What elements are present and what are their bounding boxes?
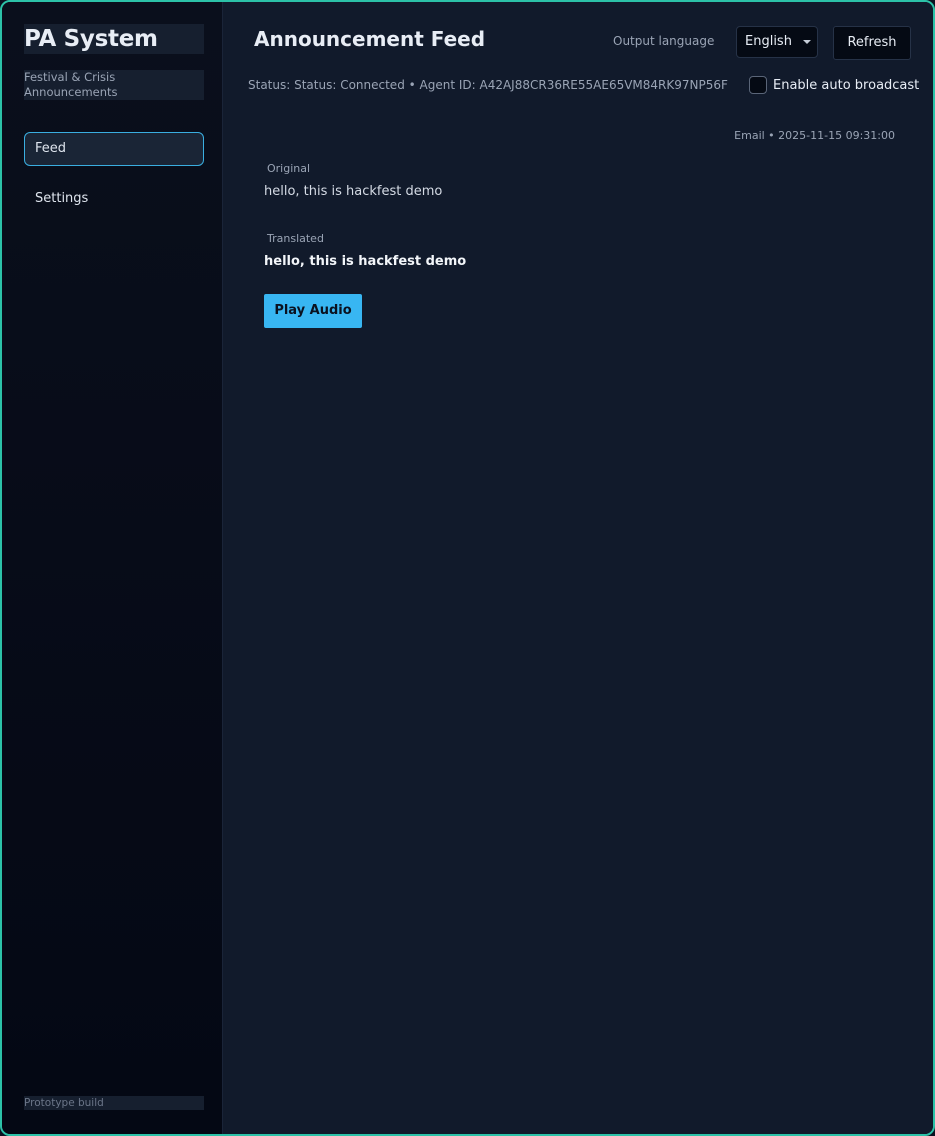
- status-text: Status: Status: Connected • Agent ID: A4…: [248, 78, 732, 92]
- brand-subtitle: Festival & Crisis Announcements: [24, 70, 204, 100]
- sidebar-item-settings[interactable]: Settings: [24, 182, 204, 216]
- sidebar: PA System Festival & Crisis Announcement…: [2, 2, 223, 1134]
- page-title: Announcement Feed: [254, 27, 486, 51]
- translated-label: Translated: [267, 232, 324, 245]
- sidebar-item-feed[interactable]: Feed: [24, 132, 204, 166]
- output-language-value: English: [745, 34, 792, 49]
- play-audio-button[interactable]: Play Audio: [264, 294, 362, 328]
- original-text: hello, this is hackfest demo: [264, 184, 443, 199]
- sidebar-nav: Feed Settings: [24, 132, 204, 216]
- main-content: Announcement Feed Output language Englis…: [223, 2, 933, 1134]
- brand-title: PA System: [24, 24, 204, 54]
- refresh-button[interactable]: Refresh: [833, 26, 911, 60]
- translated-text: hello, this is hackfest demo: [264, 254, 467, 269]
- chevron-down-icon: [803, 40, 811, 44]
- auto-broadcast-label: Enable auto broadcast: [773, 77, 920, 93]
- checkbox-icon[interactable]: [749, 76, 767, 94]
- app-window: PA System Festival & Crisis Announcement…: [0, 0, 935, 1136]
- output-language-select[interactable]: English: [736, 26, 818, 58]
- output-language-label: Output language: [613, 34, 715, 48]
- original-label: Original: [267, 162, 311, 175]
- announcement-meta: Email • 2025-11-15 09:31:00: [734, 129, 895, 142]
- auto-broadcast-toggle[interactable]: Enable auto broadcast: [749, 76, 919, 94]
- footer-note: Prototype build: [24, 1096, 204, 1110]
